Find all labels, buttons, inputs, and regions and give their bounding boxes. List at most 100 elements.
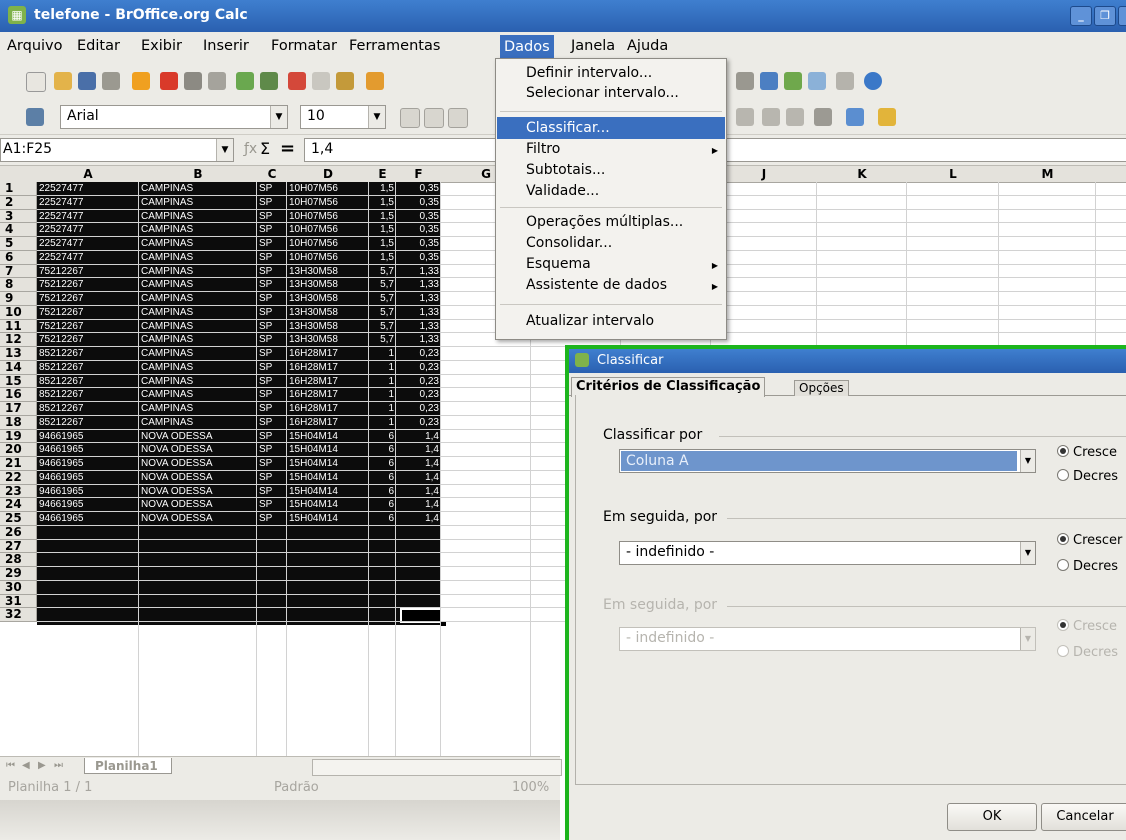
cell-cost[interactable]: 1,4 — [398, 513, 439, 525]
cell-state[interactable]: SP — [259, 238, 285, 250]
cell-phone[interactable]: 94661965 — [39, 513, 137, 525]
font-color-icon[interactable] — [878, 108, 896, 126]
cell-phone[interactable]: 22527477 — [39, 197, 137, 209]
paste-icon[interactable] — [336, 72, 354, 90]
cell-time[interactable]: 16H28M17 — [289, 389, 367, 401]
background-color-icon[interactable] — [846, 108, 864, 126]
cell-cost[interactable]: 0,35 — [398, 183, 439, 195]
format-paintbrush-icon[interactable] — [366, 72, 384, 90]
cell-city[interactable]: CAMPINAS — [141, 362, 255, 374]
cell-state[interactable]: SP — [259, 293, 285, 305]
menu-item-operacoes-multiplas[interactable]: Operações múltiplas... — [526, 214, 683, 230]
chevron-down-icon[interactable]: ▼ — [216, 139, 233, 161]
cell-duration[interactable]: 6 — [371, 513, 394, 525]
cell-duration[interactable]: 1 — [371, 362, 394, 374]
cell-state[interactable]: SP — [259, 444, 285, 456]
column-header-e[interactable]: E — [369, 166, 397, 183]
cell-cost[interactable]: 0,23 — [398, 403, 439, 415]
menu-item-filtro[interactable]: Filtro — [526, 141, 560, 157]
cell-cost[interactable]: 0,23 — [398, 376, 439, 388]
cell-time[interactable]: 13H30M58 — [289, 293, 367, 305]
cell-duration[interactable]: 1,5 — [371, 183, 394, 195]
cell-state[interactable]: SP — [259, 224, 285, 236]
email-icon[interactable] — [102, 72, 120, 90]
cell-duration[interactable]: 6 — [371, 472, 394, 484]
row-header[interactable]: 18 — [0, 415, 37, 430]
row-header[interactable]: 4 — [0, 223, 37, 237]
cell-time[interactable]: 15H04M14 — [289, 458, 367, 470]
row-header[interactable]: 9 — [0, 292, 37, 306]
cell-duration[interactable]: 1,5 — [371, 211, 394, 223]
sheet-tab-planilha1[interactable]: Planilha1 — [84, 758, 172, 774]
next-sheet-icon[interactable]: ▶ — [38, 760, 46, 771]
menu-inserir[interactable]: Inserir — [200, 38, 252, 54]
help-icon[interactable] — [864, 72, 882, 90]
cell-duration[interactable]: 6 — [371, 486, 394, 498]
cell-city[interactable]: CAMPINAS — [141, 307, 255, 319]
row-header[interactable]: 1 — [0, 182, 37, 196]
menu-arquivo[interactable]: Arquivo — [4, 38, 66, 54]
row-header[interactable]: 3 — [0, 209, 37, 224]
cell-time[interactable]: 13H30M58 — [289, 266, 367, 278]
menu-item-esquema[interactable]: Esquema — [526, 256, 591, 272]
gallery-icon[interactable] — [784, 72, 802, 90]
row-header[interactable]: 15 — [0, 374, 37, 389]
cell-phone[interactable]: 94661965 — [39, 431, 137, 443]
cell-duration[interactable]: 5,7 — [371, 307, 394, 319]
cell-time[interactable]: 15H04M14 — [289, 472, 367, 484]
new-document-icon[interactable] — [26, 72, 46, 92]
chevron-down-icon[interactable]: ▼ — [368, 106, 385, 128]
cell-duration[interactable]: 6 — [371, 444, 394, 456]
cell-time[interactable]: 15H04M14 — [289, 431, 367, 443]
menu-ferramentas[interactable]: Ferramentas — [346, 38, 443, 54]
cell-cost[interactable]: 1,4 — [398, 444, 439, 456]
cell-duration[interactable]: 1,5 — [371, 252, 394, 264]
cell-duration[interactable]: 1,5 — [371, 197, 394, 209]
cell-state[interactable]: SP — [259, 376, 285, 388]
menu-exibir[interactable]: Exibir — [138, 38, 185, 54]
cell-time[interactable]: 13H30M58 — [289, 307, 367, 319]
cell-time[interactable]: 13H30M58 — [289, 279, 367, 291]
cell-cost[interactable]: 1,4 — [398, 486, 439, 498]
cell-cost[interactable]: 1,33 — [398, 321, 439, 333]
cell-cost[interactable]: 0,35 — [398, 211, 439, 223]
menu-janela[interactable]: Janela — [568, 38, 618, 54]
cell-city[interactable]: CAMPINAS — [141, 183, 255, 195]
row-header[interactable]: 2 — [0, 195, 37, 210]
row-header[interactable]: 12 — [0, 333, 37, 347]
status-zoom[interactable]: 100% — [512, 780, 549, 795]
row-header[interactable]: 23 — [0, 484, 37, 499]
datasource-icon[interactable] — [808, 72, 826, 90]
row-header[interactable]: 32 — [0, 608, 37, 622]
cell-state[interactable]: SP — [259, 348, 285, 360]
cell-time[interactable]: 10H07M56 — [289, 211, 367, 223]
spellcheck-icon[interactable] — [236, 72, 254, 90]
borders-icon[interactable] — [814, 108, 832, 126]
cell-cost[interactable]: 0,35 — [398, 238, 439, 250]
bold-icon[interactable] — [400, 108, 420, 128]
cell-state[interactable]: SP — [259, 403, 285, 415]
cell-phone[interactable]: 85212267 — [39, 417, 137, 429]
cell-time[interactable]: 16H28M17 — [289, 376, 367, 388]
cancel-button[interactable]: Cancelar — [1041, 803, 1126, 831]
cell-time[interactable]: 16H28M17 — [289, 362, 367, 374]
cell-time[interactable]: 10H07M56 — [289, 183, 367, 195]
menu-item-definir-intervalo[interactable]: Definir intervalo... — [526, 65, 652, 81]
cell-phone[interactable]: 85212267 — [39, 362, 137, 374]
italic-icon[interactable] — [424, 108, 444, 128]
cell-cost[interactable]: 0,23 — [398, 389, 439, 401]
font-size-combo[interactable]: 10 ▼ — [300, 105, 386, 129]
row-header[interactable]: 7 — [0, 264, 37, 279]
print-preview-icon[interactable] — [208, 72, 226, 90]
cell-phone[interactable]: 75212267 — [39, 321, 137, 333]
cell-city[interactable]: CAMPINAS — [141, 252, 255, 264]
row-header[interactable]: 31 — [0, 594, 37, 609]
copy-icon[interactable] — [312, 72, 330, 90]
row-header[interactable]: 6 — [0, 250, 37, 265]
cell-phone[interactable]: 85212267 — [39, 389, 137, 401]
cell-state[interactable]: SP — [259, 389, 285, 401]
row-header[interactable]: 26 — [0, 525, 37, 540]
cell-state[interactable]: SP — [259, 334, 285, 346]
row-header[interactable]: 21 — [0, 457, 37, 471]
cell-city[interactable]: CAMPINAS — [141, 266, 255, 278]
